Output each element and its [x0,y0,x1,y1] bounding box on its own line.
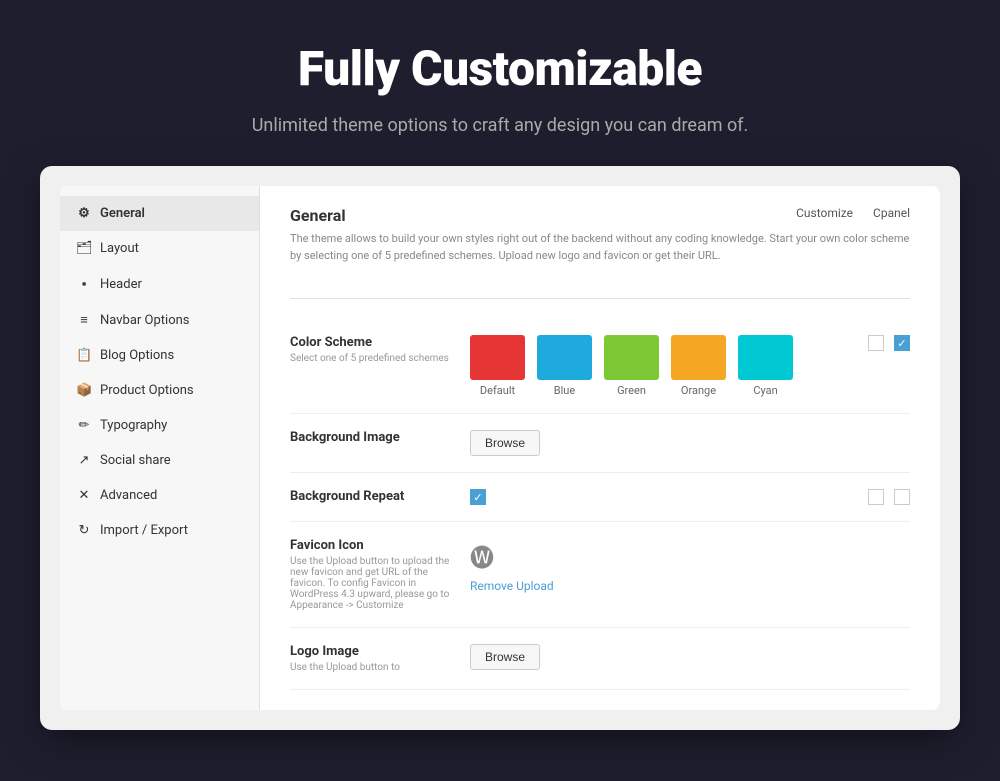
hero-section: Fully Customizable Unlimited theme optio… [0,0,1000,166]
sidebar-icon-layout: 🗂 [76,241,92,256]
hero-title: Fully Customizable [20,40,980,97]
background-repeat-label: Background Repeat [290,489,450,504]
sidebar: ⚙ General 🗂 Layout ▪ Header ≡ Navbar Opt… [60,186,260,710]
swatch-blue[interactable]: Blue [537,335,592,397]
color-scheme-row: Color Scheme Select one of 5 predefined … [290,319,910,414]
swatch-orange-color[interactable] [671,335,726,380]
logo-image-browse[interactable]: Browse [470,644,540,670]
favicon-controls: 🅦 Remove Upload [470,538,554,593]
background-image-label-col: Background Image [290,430,450,445]
sidebar-icon-social: ↗ [76,453,92,468]
logo-image-label: Logo Image [290,644,450,659]
top-links: Customize Cpanel [796,206,910,220]
hero-subtitle: Unlimited theme options to craft any des… [20,115,980,136]
background-repeat-checkbox3[interactable] [894,489,910,505]
background-image-content: Browse [470,430,910,456]
sidebar-label-layout: Layout [100,241,139,256]
main-content: General The theme allows to build your o… [260,186,940,710]
swatch-blue-color[interactable] [537,335,592,380]
favicon-label: Favicon Icon [290,538,450,553]
background-repeat-controls [868,489,910,505]
sidebar-item-header[interactable]: ▪ Header [60,266,259,302]
swatch-default-label: Default [480,384,515,397]
swatch-green-color[interactable] [604,335,659,380]
remove-upload-link[interactable]: Remove Upload [470,579,554,593]
background-repeat-checkbox1[interactable]: ✓ [470,489,486,505]
sidebar-label-advanced: Advanced [100,488,157,503]
logo-image-sublabel: Use the Upload button to [290,662,450,673]
sidebar-icon-navbar: ≡ [76,312,92,328]
swatch-default[interactable]: Default [470,335,525,397]
background-image-row: Background Image Browse [290,414,910,473]
sidebar-item-typography[interactable]: ✏ Typography [60,408,259,443]
color-scheme-sublabel: Select one of 5 predefined schemes [290,353,450,364]
color-scheme-content: Default Blue Green Orange [470,335,848,397]
wordpress-icon: 🅦 [470,538,554,573]
sidebar-label-social: Social share [100,453,171,468]
sidebar-item-product[interactable]: 📦 Product Options [60,373,259,408]
sidebar-item-import[interactable]: ↻ Import / Export [60,513,259,548]
favicon-row: Favicon Icon Use the Upload button to up… [290,522,910,628]
section-header: General The theme allows to build your o… [290,206,910,299]
color-scheme-label: Color Scheme [290,335,450,350]
swatch-blue-label: Blue [554,384,575,397]
swatch-cyan-color[interactable] [738,335,793,380]
sidebar-icon-general: ⚙ [76,206,92,221]
logo-image-label-col: Logo Image Use the Upload button to [290,644,450,673]
background-repeat-row: Background Repeat ✓ [290,473,910,522]
swatch-green-label: Green [617,384,646,397]
background-repeat-content: ✓ [470,489,848,505]
swatch-green[interactable]: Green [604,335,659,397]
sidebar-icon-blog: 📋 [76,348,92,363]
sidebar-icon-import: ↻ [76,523,92,538]
background-image-label: Background Image [290,430,450,445]
panel-container: ⚙ General 🗂 Layout ▪ Header ≡ Navbar Opt… [40,166,960,730]
swatch-default-color[interactable] [470,335,525,380]
favicon-label-col: Favicon Icon Use the Upload button to up… [290,538,450,611]
sidebar-icon-advanced: ✕ [76,488,92,503]
favicon-content: 🅦 Remove Upload [470,538,910,593]
sidebar-label-typography: Typography [100,418,167,433]
sidebar-label-general: General [100,206,145,221]
sidebar-label-product: Product Options [100,383,194,398]
sidebar-item-blog[interactable]: 📋 Blog Options [60,338,259,373]
swatch-orange-label: Orange [681,384,716,397]
background-repeat-label-col: Background Repeat [290,489,450,504]
panel-inner: ⚙ General 🗂 Layout ▪ Header ≡ Navbar Opt… [60,186,940,710]
swatch-cyan[interactable]: Cyan [738,335,793,397]
cpanel-link[interactable]: Cpanel [873,206,910,220]
swatch-orange[interactable]: Orange [671,335,726,397]
swatch-cyan-label: Cyan [753,384,777,397]
sidebar-label-navbar: Navbar Options [100,313,190,328]
color-scheme-checkbox1[interactable] [868,335,884,351]
section-description: The theme allows to build your own style… [290,231,910,264]
background-repeat-checkbox2[interactable] [868,489,884,505]
color-scheme-controls: ✓ [868,335,910,351]
sidebar-icon-typography: ✏ [76,418,92,433]
background-image-browse[interactable]: Browse [470,430,540,456]
sidebar-item-navbar[interactable]: ≡ Navbar Options [60,302,259,338]
logo-image-row: Logo Image Use the Upload button to Brow… [290,628,910,690]
favicon-sublabel: Use the Upload button to upload the new … [290,556,450,611]
sidebar-item-social[interactable]: ↗ Social share [60,443,259,478]
customize-link[interactable]: Customize [796,206,853,220]
sidebar-item-advanced[interactable]: ✕ Advanced [60,478,259,513]
sidebar-icon-header: ▪ [76,276,92,292]
sidebar-icon-product: 📦 [76,383,92,398]
sidebar-item-layout[interactable]: 🗂 Layout [60,231,259,266]
sidebar-label-import: Import / Export [100,523,188,538]
color-scheme-checkbox2[interactable]: ✓ [894,335,910,351]
sidebar-label-blog: Blog Options [100,348,174,363]
logo-image-content: Browse [470,644,910,670]
sidebar-item-general[interactable]: ⚙ General [60,196,259,231]
sidebar-label-header: Header [100,277,142,292]
color-swatches: Default Blue Green Orange [470,335,793,397]
color-scheme-label-col: Color Scheme Select one of 5 predefined … [290,335,450,364]
